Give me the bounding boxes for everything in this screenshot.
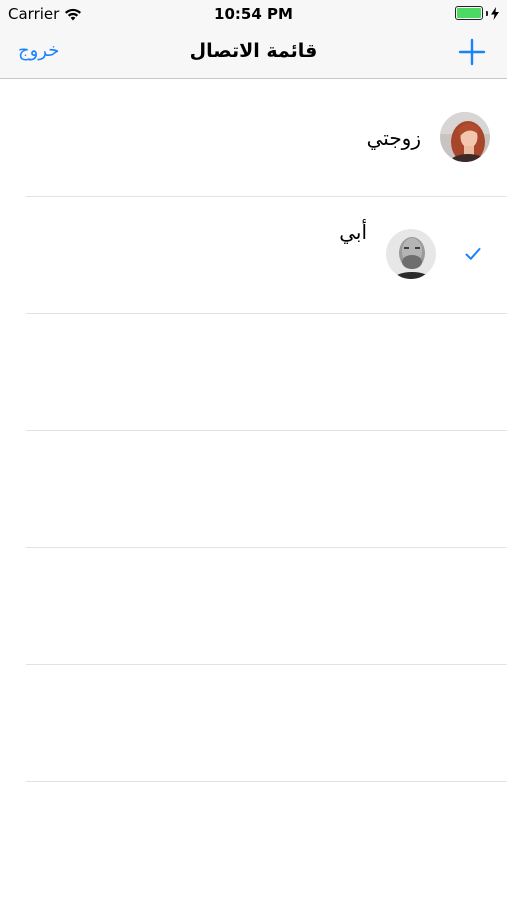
contact-row[interactable]: زوجتي <box>0 80 507 197</box>
checkmark-icon <box>465 248 481 260</box>
contact-list: زوجتي أبي <box>0 80 507 782</box>
empty-row <box>0 548 507 665</box>
page-title: قائمة الاتصال <box>189 40 318 62</box>
row-divider <box>26 781 507 782</box>
empty-row <box>0 314 507 431</box>
status-bar: Carrier 10:54 PM <box>0 0 507 28</box>
man-avatar-image <box>386 229 436 279</box>
battery-icon <box>455 6 483 20</box>
contact-row[interactable]: أبي <box>0 197 507 314</box>
woman-avatar-image <box>440 112 490 162</box>
empty-row <box>0 431 507 548</box>
avatar <box>440 112 490 162</box>
avatar <box>386 229 436 279</box>
charging-bolt-icon <box>491 6 499 20</box>
navigation-bar: خروج قائمة الاتصال <box>0 28 507 79</box>
add-contact-button[interactable] <box>456 36 488 68</box>
battery-indicator <box>455 6 499 20</box>
empty-row <box>0 665 507 782</box>
plus-icon <box>458 38 486 66</box>
contact-name: أبي <box>339 220 367 244</box>
status-time: 10:54 PM <box>214 5 293 23</box>
contact-name: زوجتي <box>366 126 421 150</box>
